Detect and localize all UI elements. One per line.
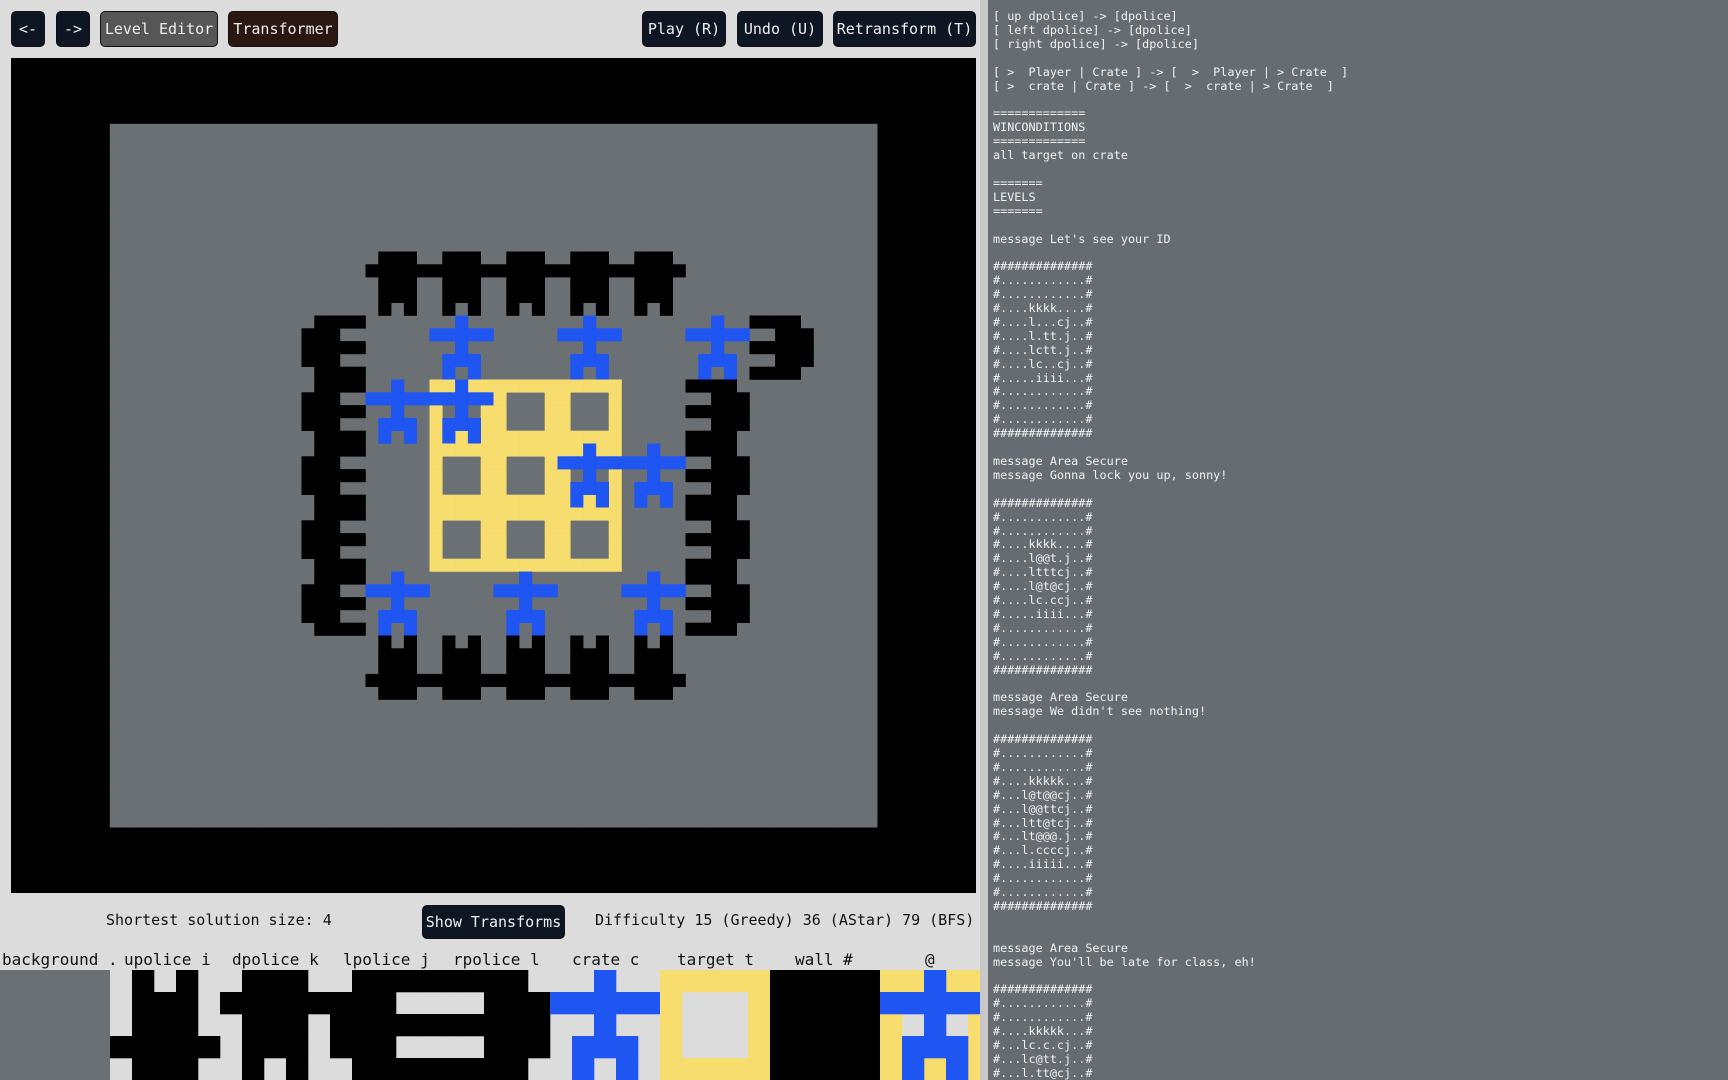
wall-tile xyxy=(45,123,110,188)
wall-tile xyxy=(173,59,238,124)
palette-upolice[interactable] xyxy=(110,970,221,1080)
legend-label-background: background . xyxy=(2,950,118,969)
puzzlescript-editor: <- -> Level Editor Transformer Play (R) … xyxy=(0,0,1728,1080)
back-button[interactable]: <- xyxy=(11,11,45,47)
legend-label-rpolice: rpolice l xyxy=(453,950,540,969)
wall-tile xyxy=(877,187,942,252)
wall-tile xyxy=(301,827,366,892)
wall-tile xyxy=(173,827,238,892)
wall-tile xyxy=(877,699,942,764)
wall-tile xyxy=(45,187,110,252)
retransform-button[interactable]: Retransform (T) xyxy=(833,11,976,47)
undo-button[interactable]: Undo (U) xyxy=(737,11,823,47)
wall-tile xyxy=(45,379,110,444)
palette-player[interactable] xyxy=(880,970,991,1080)
wall-tile xyxy=(45,827,110,892)
wall-tile xyxy=(877,443,942,508)
forward-button[interactable]: -> xyxy=(56,11,90,47)
difficulty-text: Difficulty 15 (Greedy) 36 (AStar) 79 (BF… xyxy=(595,911,975,929)
wall-tile xyxy=(877,571,942,636)
palette-wall[interactable] xyxy=(770,970,881,1080)
wall-tile xyxy=(557,59,622,124)
show-transforms-button[interactable]: Show Transforms xyxy=(422,905,565,939)
wall-tile xyxy=(877,635,942,700)
transformer-button[interactable]: Transformer xyxy=(228,11,338,47)
palette-background[interactable] xyxy=(0,970,110,1080)
legend-label-upolice: upolice i xyxy=(124,950,211,969)
wall-tile xyxy=(877,251,942,316)
legend-label-crate: crate c xyxy=(572,950,640,969)
game-canvas[interactable] xyxy=(11,58,976,893)
wall-tile xyxy=(877,763,942,828)
wall-tile xyxy=(493,59,558,124)
wall-tile xyxy=(45,251,110,316)
wall-tile xyxy=(877,315,942,380)
wall-tile xyxy=(877,507,942,572)
wall-tile xyxy=(109,59,174,124)
wall-tile xyxy=(301,59,366,124)
wall-tile xyxy=(237,827,302,892)
legend-label-wall: wall # xyxy=(795,950,853,969)
wall-tile xyxy=(45,571,110,636)
wall-tile xyxy=(109,827,174,892)
palette-sprites xyxy=(0,970,991,1080)
legend-label-lpolice: lpolice j xyxy=(343,950,430,969)
wall-tile xyxy=(429,59,494,124)
wall-tile xyxy=(237,59,302,124)
palette-rpolice[interactable] xyxy=(440,970,551,1080)
object-palette[interactable] xyxy=(0,970,991,1080)
solution-size-text: Shortest solution size: 4 xyxy=(106,911,332,929)
wall-tile xyxy=(685,827,750,892)
wall-tile xyxy=(45,315,110,380)
wall-tile xyxy=(813,59,878,124)
wall-tile xyxy=(557,827,622,892)
wall-tile xyxy=(749,59,814,124)
wall-tile xyxy=(45,763,110,828)
player-on-target xyxy=(429,379,494,444)
wall-tile xyxy=(493,827,558,892)
wall-tile xyxy=(877,379,942,444)
wall-tile xyxy=(877,827,942,892)
wall-tile xyxy=(621,59,686,124)
level-editor-button[interactable]: Level Editor xyxy=(100,11,218,47)
wall-tile xyxy=(45,59,110,124)
wall-tile xyxy=(365,59,430,124)
wall-tile xyxy=(813,827,878,892)
panel-divider[interactable] xyxy=(980,0,988,1080)
player-on-target xyxy=(557,443,622,508)
legend-label-player: @ xyxy=(925,950,935,969)
wall-tile xyxy=(749,827,814,892)
wall-tile xyxy=(45,507,110,572)
palette-dpolice[interactable] xyxy=(220,970,331,1080)
palette-lpolice[interactable] xyxy=(330,970,441,1080)
palette-crate[interactable] xyxy=(550,970,661,1080)
play-button[interactable]: Play (R) xyxy=(642,11,726,47)
wall-tile xyxy=(365,827,430,892)
legend-label-target: target t xyxy=(677,950,755,969)
wall-tile xyxy=(45,635,110,700)
legend-label-dpolice: dpolice k xyxy=(232,950,319,969)
wall-tile xyxy=(877,123,942,188)
wall-tile xyxy=(429,827,494,892)
wall-tile xyxy=(685,59,750,124)
wall-tile xyxy=(45,443,110,508)
wall-tile xyxy=(621,827,686,892)
palette-target[interactable] xyxy=(660,970,771,1080)
source-code-panel[interactable]: [ up dpolice] -> [dpolice] [ left dpolic… xyxy=(988,0,1728,1080)
wall-tile xyxy=(45,699,110,764)
wall-tile xyxy=(877,59,942,124)
level-board xyxy=(45,59,942,892)
